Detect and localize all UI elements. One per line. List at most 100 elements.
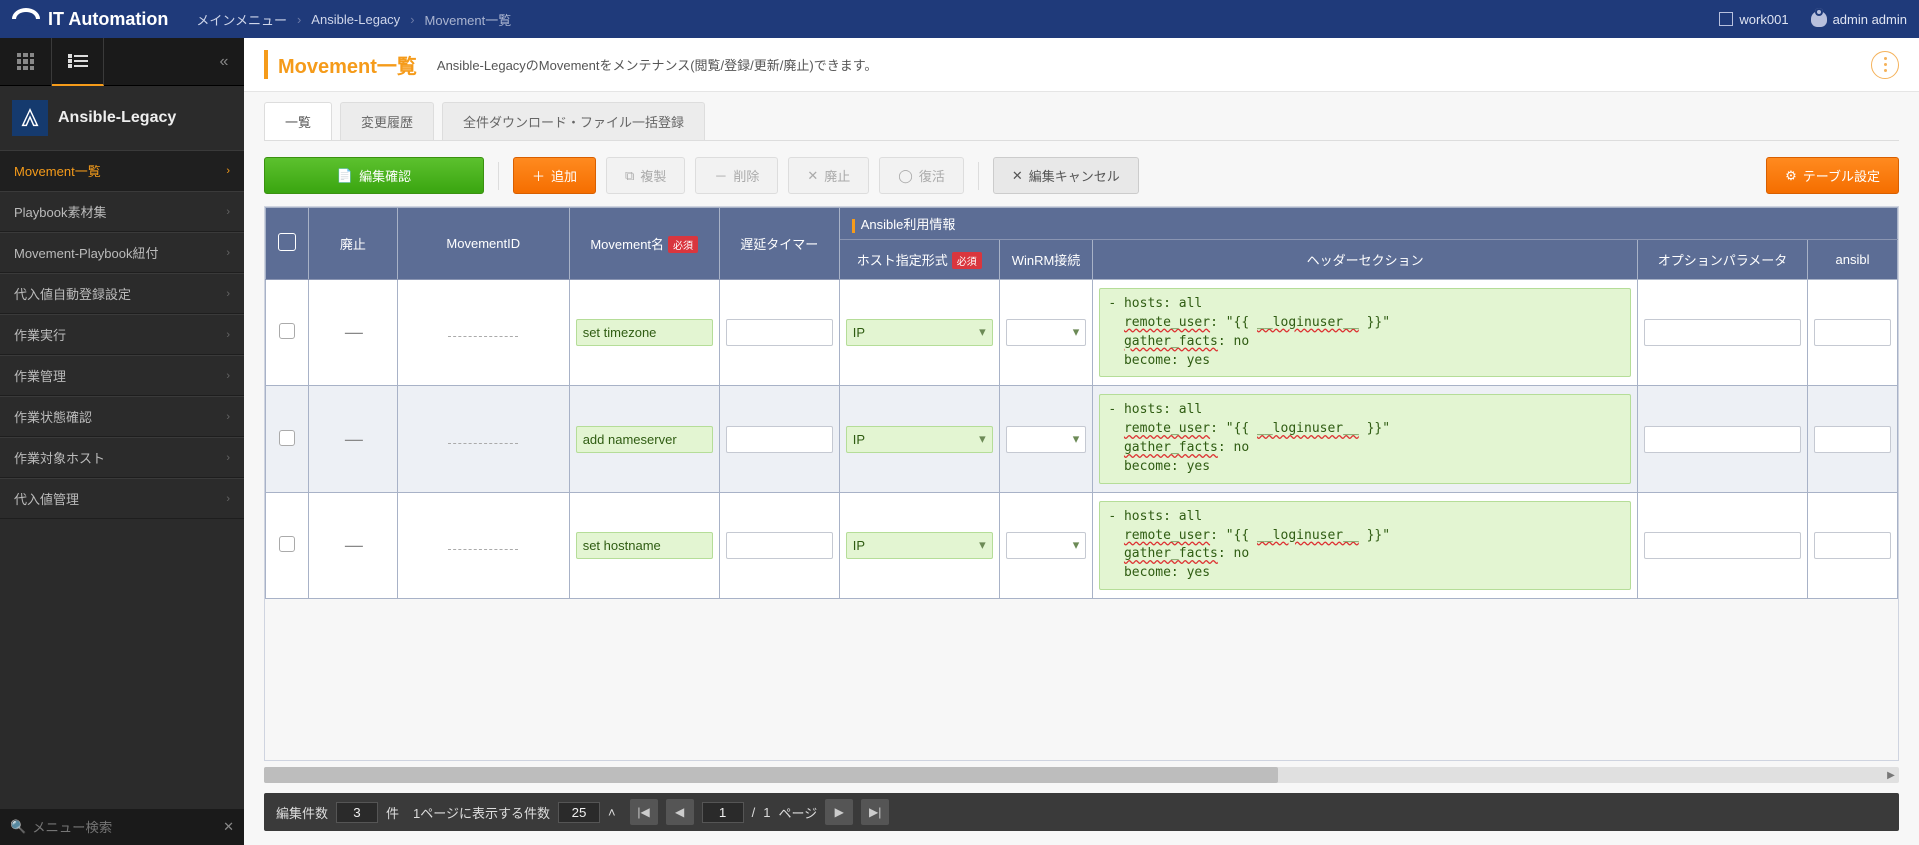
pager-bar: 編集件数 件 1ページに表示する件数 ˄ |◀ ◀ / 1 ページ ▶ ▶| (264, 793, 1899, 831)
col-movement-name: Movement名必須 (569, 208, 719, 280)
scrollbar-thumb[interactable] (264, 767, 1278, 783)
discard-indicator: — (345, 535, 361, 555)
row-checkbox[interactable] (279, 430, 295, 446)
col-option-param: オプションパラメータ (1638, 240, 1808, 280)
user-icon (1811, 11, 1827, 27)
col-winrm: WinRM接続 (999, 240, 1093, 280)
discard-indicator: — (345, 322, 361, 342)
sidebar-collapse-button[interactable]: « (204, 53, 244, 71)
delete-button[interactable]: －削除 (695, 157, 778, 194)
table-row: — IP - hosts: all remote_user: "{{ __logi… (266, 492, 1898, 598)
sidebar-item[interactable]: 作業管理› (0, 355, 244, 396)
sidebar-item-label: Playbook素材集 (14, 202, 106, 221)
header-section-textarea[interactable]: - hosts: all remote_user: "{{ __loginuse… (1099, 394, 1631, 483)
movement-name-input[interactable] (576, 319, 713, 346)
prev-page-button[interactable]: ◀ (666, 799, 694, 825)
ansible-cfg-input[interactable] (1814, 532, 1891, 559)
sidebar-item[interactable]: 作業実行› (0, 314, 244, 355)
header-section-textarea[interactable]: - hosts: all remote_user: "{{ __loginuse… (1099, 501, 1631, 590)
select-all-checkbox[interactable] (278, 233, 296, 251)
winrm-select[interactable] (1006, 426, 1087, 453)
chevron-right-icon: › (297, 12, 301, 27)
user-menu[interactable]: admin admin (1811, 11, 1907, 27)
sidebar-item-label: 作業対象ホスト (14, 448, 105, 467)
discard-button[interactable]: ✕廃止 (788, 157, 869, 194)
row-checkbox[interactable] (279, 323, 295, 339)
chevron-right-icon: › (226, 493, 230, 505)
tab-history[interactable]: 変更履歴 (340, 102, 434, 140)
sidebar-item[interactable]: 代入値自動登録設定› (0, 273, 244, 314)
ansible-cfg-input[interactable] (1814, 426, 1891, 453)
cancel-edit-button[interactable]: ✕編集キャンセル (993, 157, 1139, 194)
winrm-select[interactable] (1006, 532, 1087, 559)
tab-bulk[interactable]: 全件ダウンロード・ファイル一括登録 (442, 102, 705, 140)
sidebar-item[interactable]: 作業対象ホスト › (0, 437, 244, 478)
scroll-right-icon[interactable]: ▶ (1883, 767, 1899, 783)
restore-button[interactable]: ◯復活 (879, 157, 964, 194)
per-page-stepper[interactable]: ˄ (608, 805, 616, 820)
breadcrumb: メインメニュー › Ansible-Legacy › Movement一覧 (196, 10, 511, 29)
product-logo: IT Automation (12, 8, 168, 30)
host-format-select[interactable]: IP (846, 426, 993, 453)
last-page-button[interactable]: ▶| (861, 799, 889, 825)
host-format-select[interactable]: IP (846, 319, 993, 346)
workspace-selector[interactable]: work001 (1719, 12, 1788, 27)
sidebar-item[interactable]: 代入値管理› (0, 478, 244, 519)
col-ansible-cfg: ansibl (1808, 240, 1898, 280)
edit-count-input[interactable] (336, 802, 378, 823)
header-section-textarea[interactable]: - hosts: all remote_user: "{{ __loginuse… (1099, 288, 1631, 377)
delay-input[interactable] (726, 319, 833, 346)
col-header-section: ヘッダーセクション (1093, 240, 1638, 280)
duplicate-button[interactable]: ⧉複製 (606, 157, 685, 194)
per-page-input[interactable] (558, 802, 600, 823)
minus-icon: － (714, 166, 727, 185)
first-page-button[interactable]: |◀ (630, 799, 658, 825)
page-title: Movement一覧 (264, 50, 417, 79)
confirm-edit-button[interactable]: 📄編集確認 (264, 157, 484, 194)
host-format-select[interactable]: IP (846, 532, 993, 559)
current-page-input[interactable] (702, 802, 744, 823)
sidebar-item[interactable]: Playbook素材集› (0, 191, 244, 232)
close-icon: ✕ (807, 168, 818, 184)
winrm-select[interactable] (1006, 319, 1087, 346)
page-menu-button[interactable] (1871, 51, 1899, 79)
col-movement-id: MovementID (397, 208, 569, 280)
next-page-button[interactable]: ▶ (825, 799, 853, 825)
table-settings-button[interactable]: ⚙テーブル設定 (1766, 157, 1899, 194)
breadcrumb-item[interactable]: Ansible-Legacy (311, 12, 400, 27)
option-param-input[interactable] (1644, 319, 1801, 346)
sidebar-item[interactable]: 作業状態確認› (0, 396, 244, 437)
option-param-input[interactable] (1644, 426, 1801, 453)
option-param-input[interactable] (1644, 532, 1801, 559)
sidebar-item[interactable]: Movement一覧› (0, 150, 244, 191)
col-discard: 廃止 (309, 208, 398, 280)
workspace-icon (1719, 12, 1733, 26)
sidebar-search-input[interactable] (32, 820, 223, 835)
chevron-right-icon: › (226, 247, 230, 259)
movement-id-placeholder (448, 443, 518, 444)
clear-icon[interactable]: ✕ (223, 819, 234, 835)
add-button[interactable]: ＋追加 (513, 157, 596, 194)
horizontal-scrollbar[interactable]: ◀ ▶ (264, 767, 1899, 783)
list-view-button[interactable] (52, 38, 104, 86)
delay-input[interactable] (726, 532, 833, 559)
row-checkbox[interactable] (279, 536, 295, 552)
edit-count-unit: 件 (386, 803, 399, 822)
delay-input[interactable] (726, 426, 833, 453)
restore-icon: ◯ (898, 168, 913, 184)
sidebar-item[interactable]: Movement-Playbook紐付› (0, 232, 244, 273)
top-bar: IT Automation メインメニュー › Ansible-Legacy ›… (0, 0, 1919, 38)
chevron-right-icon: › (226, 452, 230, 464)
table-row: —IP - hosts: all remote_user: "{{ __logi… (266, 386, 1898, 492)
movement-id-placeholder (448, 549, 518, 550)
chevron-right-icon: › (226, 288, 230, 300)
grid-view-button[interactable] (0, 38, 52, 86)
copy-icon: ⧉ (625, 168, 634, 184)
movement-name-input[interactable] (576, 426, 713, 453)
breadcrumb-item[interactable]: メインメニュー (196, 10, 287, 29)
tab-list[interactable]: 一覧 (264, 102, 332, 140)
sidebar-mode-bar: « (0, 38, 244, 86)
sidebar-nav: Movement一覧›Playbook素材集›Movement-Playbook… (0, 150, 244, 809)
ansible-cfg-input[interactable] (1814, 319, 1891, 346)
movement-name-input[interactable] (576, 532, 713, 559)
